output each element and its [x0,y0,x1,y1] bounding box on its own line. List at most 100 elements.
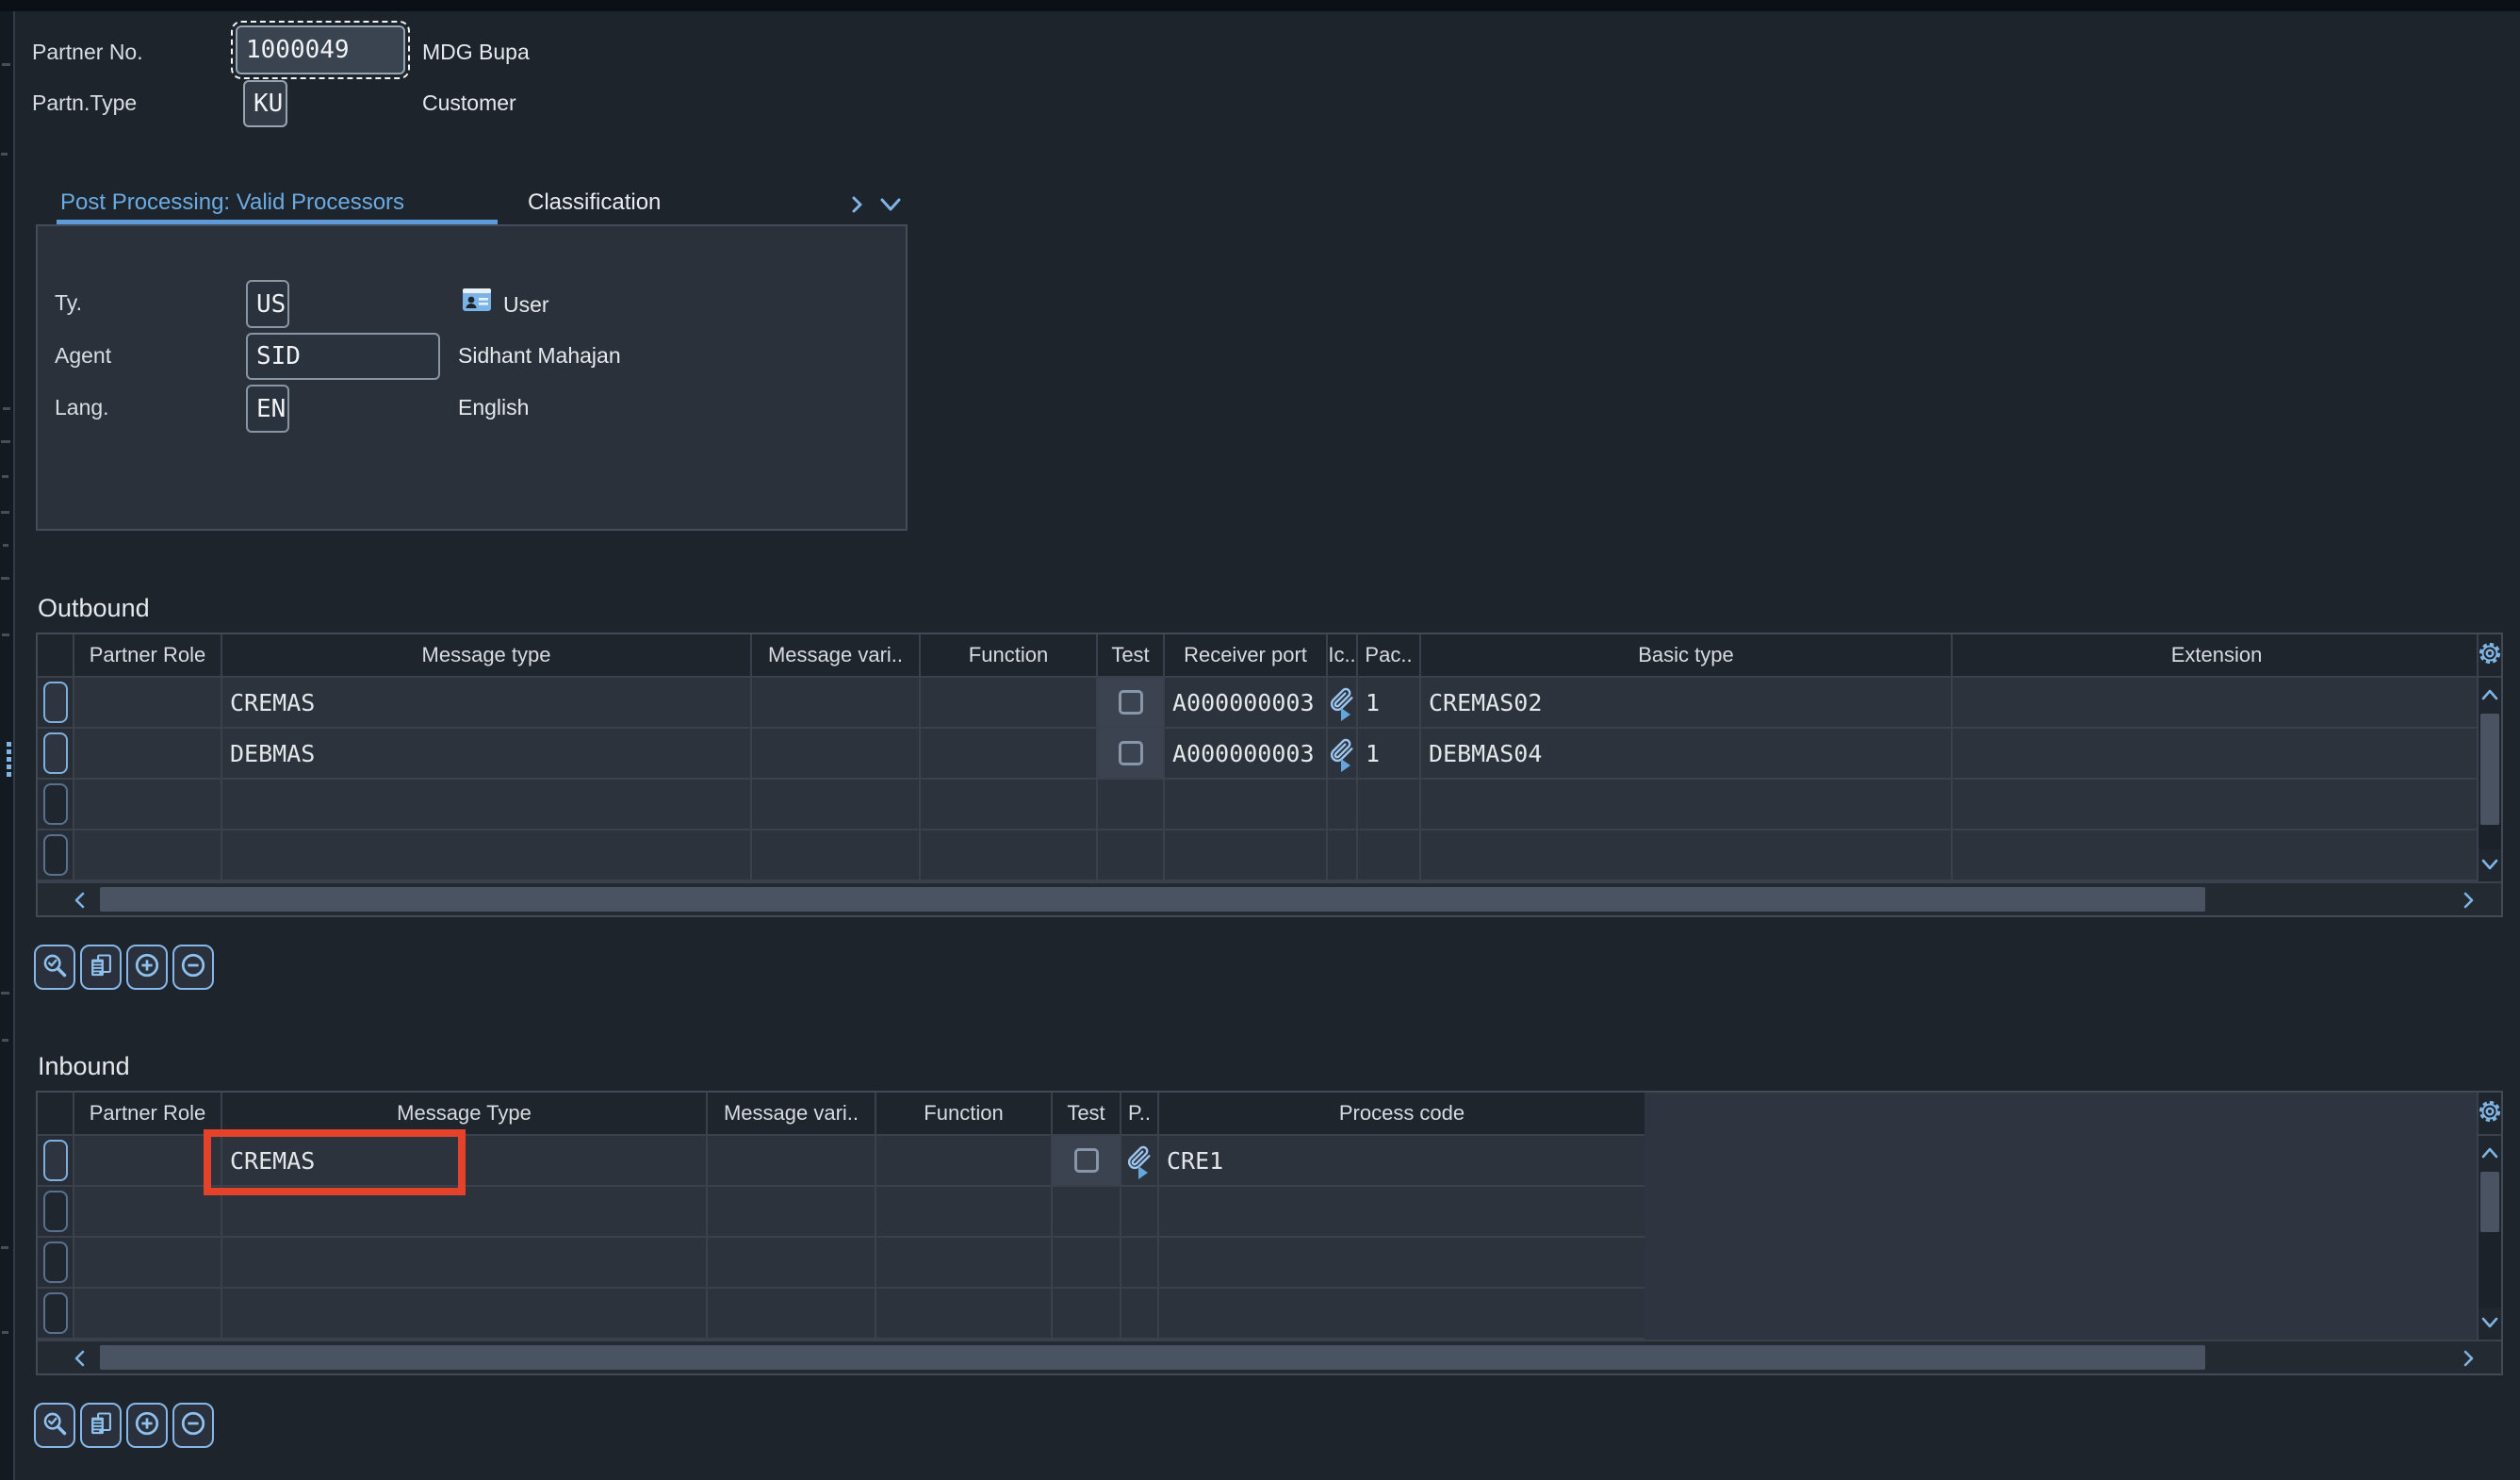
outbound-hscrollbar[interactable] [38,881,2501,915]
chevron-down-icon[interactable] [2479,1311,2501,1334]
chevron-up-icon[interactable] [2479,1142,2501,1164]
cell-packet[interactable] [1358,780,1421,829]
cell-process-code[interactable] [1159,1187,1645,1236]
cell-message-variant[interactable] [708,1289,876,1338]
cell-message-type[interactable] [222,780,752,829]
cell-basic-type[interactable] [1421,780,1953,829]
cell-receiver-port[interactable]: A000000003 [1165,678,1328,727]
cell-function[interactable] [921,830,1098,880]
cell-basic-type[interactable]: DEBMAS04 [1421,729,1953,778]
partner-type-field[interactable]: KU [243,80,287,127]
cell-partner-role[interactable] [74,1238,222,1287]
cell-partner-role[interactable] [74,1136,222,1185]
cell-packet[interactable] [1358,830,1421,880]
cell-test[interactable] [1053,1289,1121,1338]
chevron-up-icon[interactable] [2479,683,2501,706]
chevron-left-icon[interactable] [66,887,94,913]
cell-partner-role[interactable] [74,1289,222,1338]
cell-message-variant[interactable] [708,1238,876,1287]
cell-process-indicator[interactable] [1121,1289,1159,1338]
cell-message-type[interactable]: CREMAS [222,678,752,727]
panel-splitter-handle[interactable] [7,742,12,781]
cell-receiver-port[interactable] [1165,830,1328,880]
cell-message-variant[interactable] [752,780,921,829]
cell-test[interactable] [1098,678,1165,727]
tab-classification[interactable]: Classification [528,189,661,216]
chevron-right-icon[interactable] [846,193,867,221]
table-settings-button[interactable] [2479,1093,2501,1136]
cell-function[interactable] [876,1187,1053,1236]
row-selector[interactable] [38,678,74,727]
hscroll-thumb[interactable] [100,887,2205,912]
cell-packet[interactable]: 1 [1358,729,1421,778]
cell-process-code[interactable] [1159,1238,1645,1287]
copy-button[interactable] [80,945,122,990]
cell-test[interactable] [1098,780,1165,829]
cell-partner-role[interactable] [74,780,222,829]
cell-receiver-port[interactable]: A000000003 [1165,729,1328,778]
cell-function[interactable] [921,780,1098,829]
cell-idoc[interactable] [1328,780,1358,829]
cell-test[interactable] [1053,1136,1121,1185]
cell-process-indicator[interactable] [1121,1187,1159,1236]
cell-test[interactable] [1053,1187,1121,1236]
cell-partner-role[interactable] [74,1187,222,1236]
cell-partner-role[interactable] [74,830,222,880]
row-selector[interactable] [38,729,74,778]
cell-function[interactable] [876,1238,1053,1287]
cell-function[interactable] [876,1136,1053,1185]
cell-extension[interactable] [1953,678,2480,727]
cell-extension[interactable] [1953,830,2480,880]
cell-message-type[interactable] [222,1289,708,1338]
delete-row-button[interactable] [172,1403,214,1448]
partner-no-field[interactable]: 1000049 [236,25,405,74]
cell-partner-role[interactable] [74,729,222,778]
copy-button[interactable] [80,1403,122,1448]
cell-test[interactable] [1098,729,1165,778]
chevron-right-icon[interactable] [2454,1345,2482,1372]
cell-test[interactable] [1053,1238,1121,1287]
cell-message-variant[interactable] [752,830,921,880]
vscroll-thumb[interactable] [2480,714,2499,825]
tab-post-processing-valid-processors[interactable]: Post Processing: Valid Processors [60,189,404,216]
cell-message-variant[interactable] [708,1187,876,1236]
row-selector[interactable] [38,1238,74,1287]
cell-message-type[interactable] [222,1238,708,1287]
cell-function[interactable] [876,1289,1053,1338]
cell-idoc[interactable] [1328,830,1358,880]
chevron-right-icon[interactable] [2454,887,2482,913]
test-checkbox[interactable] [1074,1148,1099,1173]
cell-process-code[interactable] [1159,1289,1645,1338]
chevron-down-icon[interactable] [875,191,907,222]
chevron-left-icon[interactable] [66,1345,94,1372]
cell-process-code[interactable]: CRE1 [1159,1136,1645,1185]
vscroll-track[interactable] [2479,825,2501,849]
agent-field[interactable]: SID [246,333,440,380]
choose-detail-button[interactable] [34,945,75,990]
cell-extension[interactable] [1953,780,2480,829]
cell-process-indicator[interactable] [1121,1136,1159,1185]
row-selector[interactable] [38,830,74,880]
type-field[interactable]: US [246,280,289,328]
lang-field[interactable]: EN [246,385,289,433]
outbound-vscrollbar[interactable] [2477,634,2501,881]
cell-basic-type[interactable] [1421,830,1953,880]
row-selector[interactable] [38,780,74,829]
insert-row-button[interactable] [126,1403,168,1448]
cell-receiver-port[interactable] [1165,780,1328,829]
cell-message-type[interactable]: DEBMAS [222,729,752,778]
chevron-down-icon[interactable] [2479,853,2501,876]
cell-function[interactable] [921,678,1098,727]
cell-message-variant[interactable] [752,678,921,727]
cell-message-variant[interactable] [752,729,921,778]
inbound-vscrollbar[interactable] [2477,1093,2501,1340]
cell-message-type[interactable] [222,830,752,880]
cell-test[interactable] [1098,830,1165,880]
cell-idoc[interactable] [1328,678,1358,727]
test-checkbox[interactable] [1119,741,1143,765]
row-selector[interactable] [38,1187,74,1236]
row-selector[interactable] [38,1136,74,1185]
inbound-hscrollbar[interactable] [38,1340,2501,1373]
cell-partner-role[interactable] [74,678,222,727]
table-settings-button[interactable] [2479,634,2501,678]
